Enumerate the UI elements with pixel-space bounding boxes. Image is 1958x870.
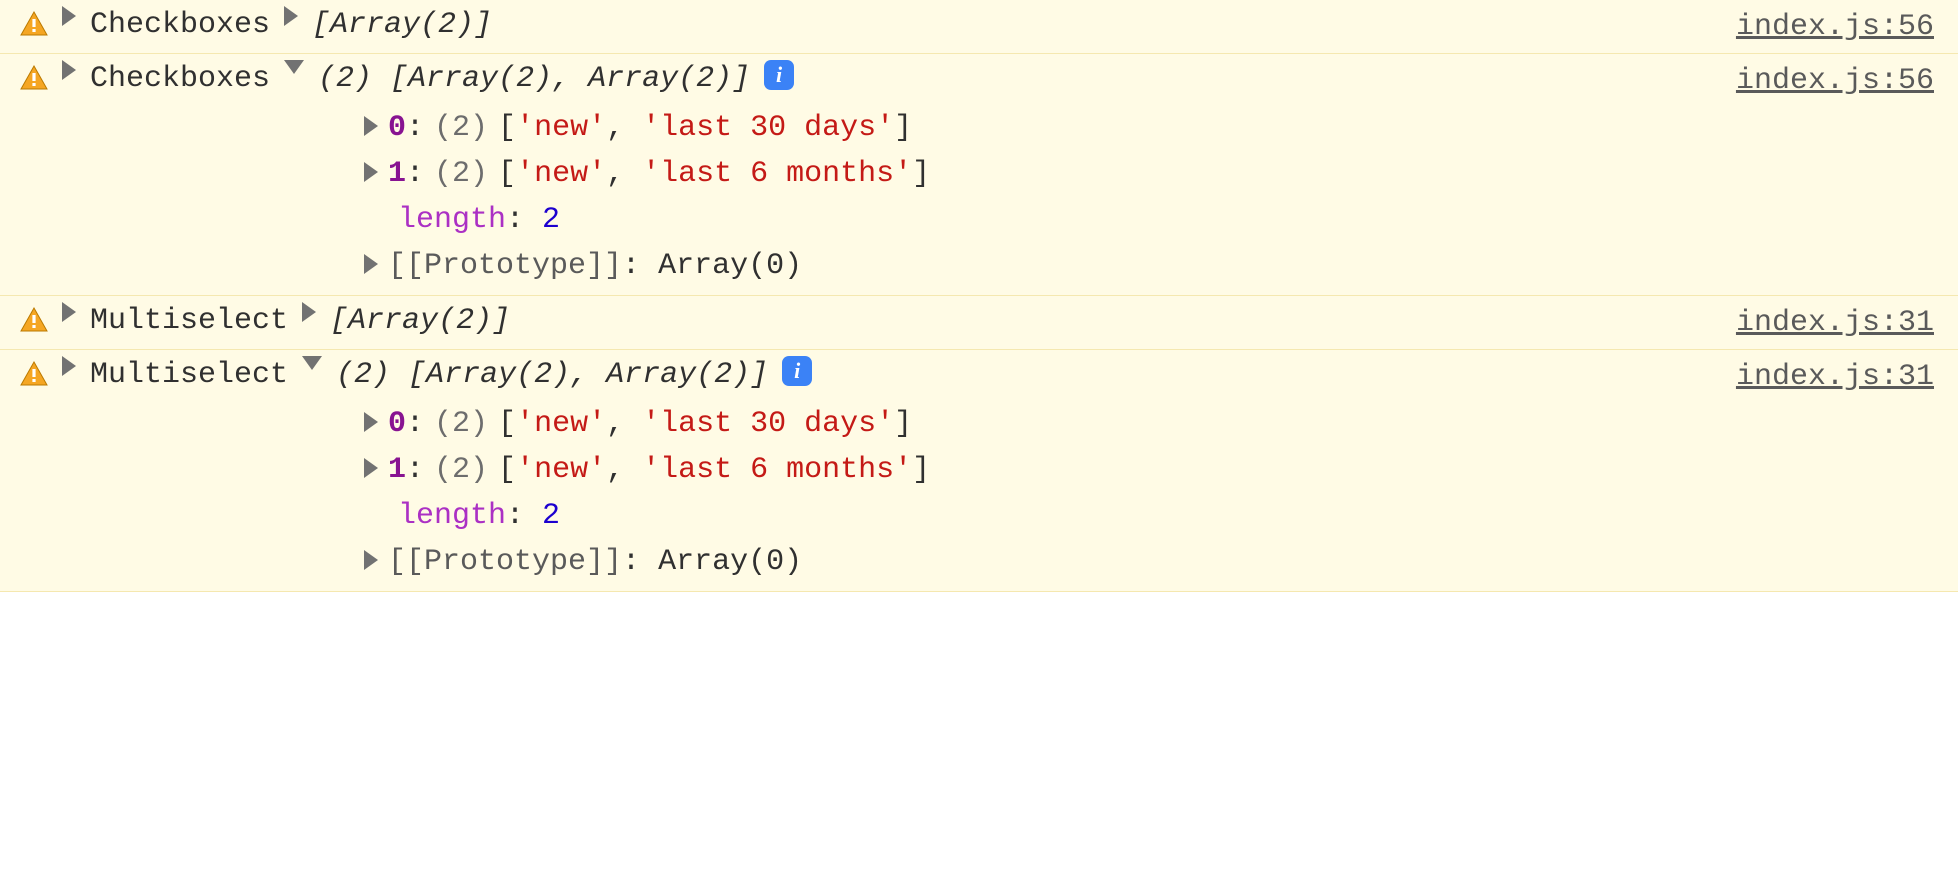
chevron-right-icon[interactable] — [364, 162, 378, 182]
expanded-object: 0: (2) ['new', 'last 30 days'] 1: (2) ['… — [364, 401, 1938, 585]
chevron-right-icon[interactable] — [364, 458, 378, 478]
source-link[interactable]: index.js:56 — [1736, 10, 1934, 44]
object-expand-icon[interactable] — [284, 6, 298, 26]
length-property: length: 2 — [364, 197, 1938, 243]
expand-toggle-icon[interactable] — [62, 302, 76, 322]
log-label: Checkboxes — [90, 8, 270, 42]
source-link[interactable]: index.js:31 — [1736, 360, 1934, 394]
array-item[interactable]: 0: (2) ['new', 'last 30 days'] — [364, 105, 1938, 151]
object-expand-icon[interactable] — [302, 302, 316, 322]
chevron-right-icon[interactable] — [364, 116, 378, 136]
log-label: Multiselect — [90, 358, 288, 392]
expanded-object: 0: (2) ['new', 'last 30 days'] 1: (2) ['… — [364, 105, 1938, 289]
length-property: length: 2 — [364, 493, 1938, 539]
object-expand-icon[interactable] — [302, 356, 322, 370]
object-preview[interactable]: [Array(2)] — [312, 8, 492, 42]
prototype-property[interactable]: [[Prototype]]: Array(0) — [364, 243, 1938, 289]
info-icon[interactable]: i — [782, 356, 812, 386]
source-link[interactable]: index.js:31 — [1736, 306, 1934, 340]
warning-icon — [20, 65, 48, 101]
warning-icon — [20, 361, 48, 397]
console-row: Checkboxes (2) [Array(2), Array(2)] i in… — [0, 53, 1958, 296]
console-row: Multiselect (2) [Array(2), Array(2)] i i… — [0, 349, 1958, 592]
chevron-right-icon[interactable] — [364, 412, 378, 432]
expand-toggle-icon[interactable] — [62, 356, 76, 376]
expand-toggle-icon[interactable] — [62, 60, 76, 80]
warning-icon — [20, 307, 48, 343]
warning-icon — [20, 11, 48, 47]
object-preview[interactable]: (2) [Array(2), Array(2)] — [336, 358, 768, 392]
expand-toggle-icon[interactable] — [62, 6, 76, 26]
source-link[interactable]: index.js:56 — [1736, 64, 1934, 98]
info-icon[interactable]: i — [764, 60, 794, 90]
chevron-right-icon[interactable] — [364, 254, 378, 274]
log-label: Multiselect — [90, 304, 288, 338]
array-item[interactable]: 1: (2) ['new', 'last 6 months'] — [364, 447, 1938, 493]
log-label: Checkboxes — [90, 62, 270, 96]
chevron-right-icon[interactable] — [364, 550, 378, 570]
prototype-property[interactable]: [[Prototype]]: Array(0) — [364, 539, 1938, 585]
object-expand-icon[interactable] — [284, 60, 304, 74]
console-row: Checkboxes [Array(2)] index.js:56 — [0, 0, 1958, 54]
object-preview[interactable]: [Array(2)] — [330, 304, 510, 338]
object-preview[interactable]: (2) [Array(2), Array(2)] — [318, 62, 750, 96]
console-row: Multiselect [Array(2)] index.js:31 — [0, 295, 1958, 350]
array-item[interactable]: 0: (2) ['new', 'last 30 days'] — [364, 401, 1938, 447]
array-item[interactable]: 1: (2) ['new', 'last 6 months'] — [364, 151, 1938, 197]
